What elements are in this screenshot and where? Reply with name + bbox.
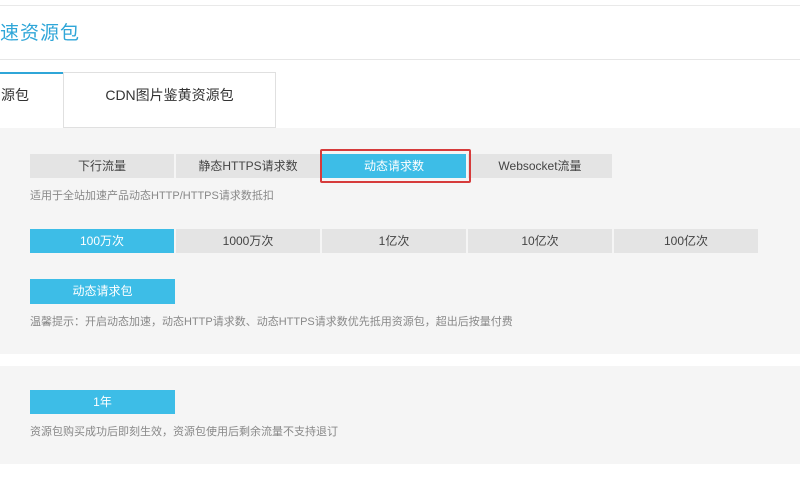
option-static-https-requests[interactable]: 静态HTTPS请求数 — [176, 154, 320, 178]
request-type-selector: 下行流量 静态HTTPS请求数 动态请求数 Websocket流量 — [30, 154, 612, 178]
package-tabs: 源包 CDN图片鉴黄资源包 — [0, 72, 800, 128]
request-type-description: 适用于全站加速产品动态HTTP/HTTPS请求数抵扣 — [30, 190, 274, 202]
tab-cdn-image-moderation-package[interactable]: CDN图片鉴黄资源包 — [63, 72, 276, 128]
amount-option[interactable]: 1亿次 — [322, 229, 466, 253]
duration-panel: 1年 资源包购买成功后即刻生效，资源包使用后剩余流量不支持退订 — [0, 366, 800, 464]
dynamic-request-package-button[interactable]: 动态请求包 — [30, 279, 175, 304]
top-bar — [0, 0, 800, 6]
amount-selector: 100万次 1000万次 1亿次 10亿次 100亿次 — [30, 229, 758, 253]
title-divider — [0, 59, 800, 60]
amount-option[interactable]: 1000万次 — [176, 229, 320, 253]
duration-description: 资源包购买成功后即刻生效，资源包使用后剩余流量不支持退订 — [30, 426, 338, 438]
amount-option[interactable]: 10亿次 — [468, 229, 612, 253]
warm-tip: 温馨提示：开启动态加速，动态HTTP请求数、动态HTTPS请求数优先抵用资源包，… — [30, 316, 513, 328]
option-downstream-traffic[interactable]: 下行流量 — [30, 154, 174, 178]
tab-resource-package[interactable]: 源包 — [0, 72, 64, 128]
duration-1-year-button[interactable]: 1年 — [30, 390, 175, 414]
amount-option[interactable]: 100亿次 — [614, 229, 758, 253]
amount-option[interactable]: 100万次 — [30, 229, 174, 253]
package-options-panel: 下行流量 静态HTTPS请求数 动态请求数 Websocket流量 适用于全站加… — [0, 128, 800, 354]
page-title: 速资源包 — [0, 23, 81, 44]
option-websocket-traffic[interactable]: Websocket流量 — [468, 154, 612, 178]
option-dynamic-requests[interactable]: 动态请求数 — [322, 154, 466, 178]
